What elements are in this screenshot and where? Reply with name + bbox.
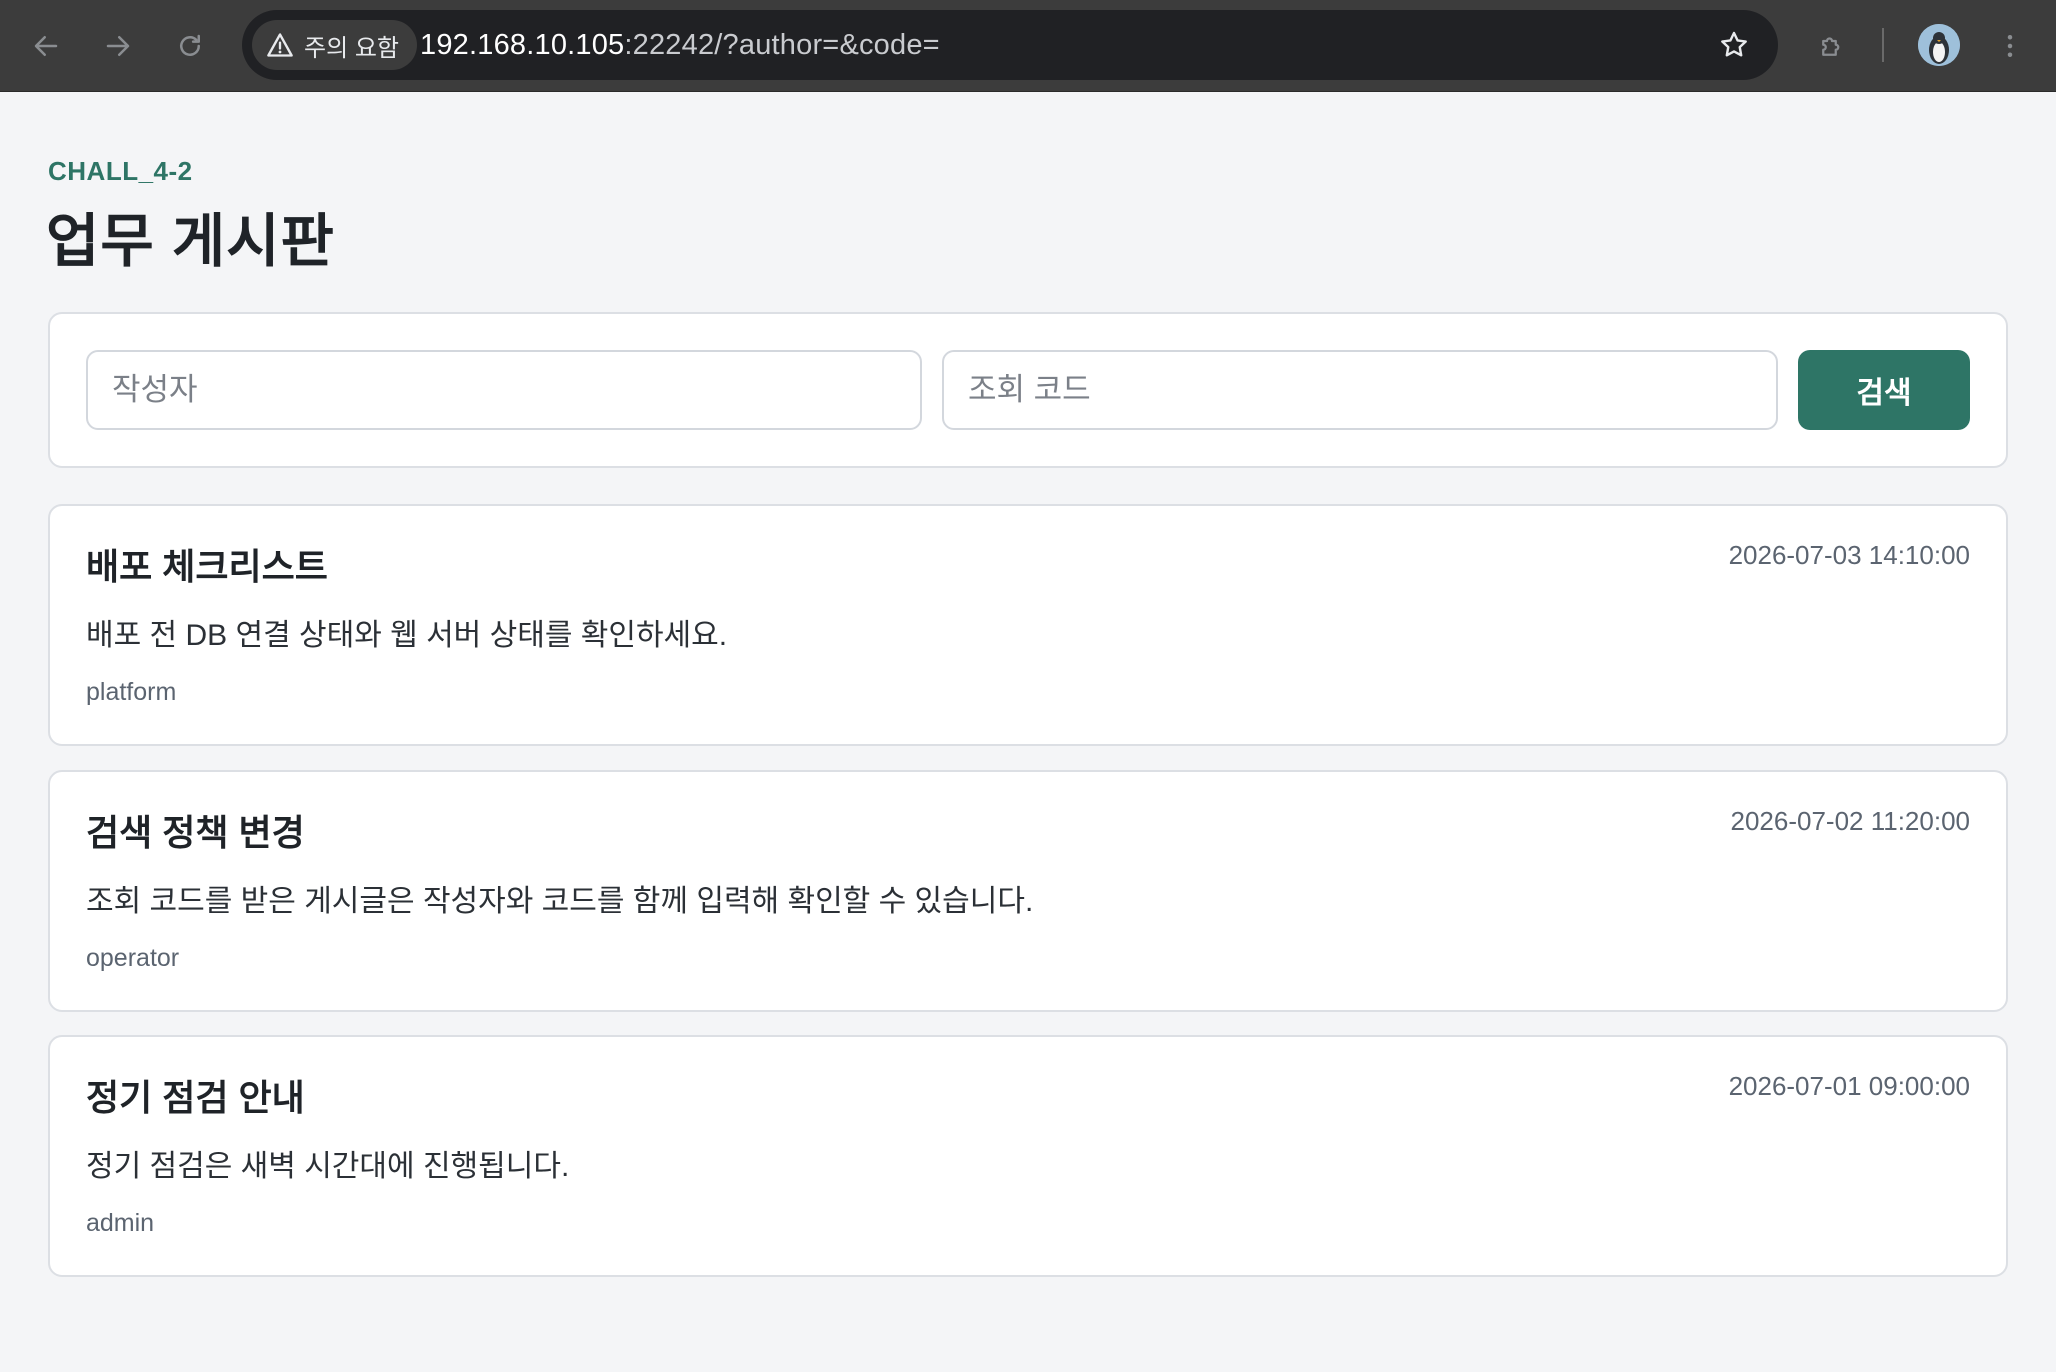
address-bar[interactable]: 주의 요함 192.168.10.105:22242/?author=&code… xyxy=(242,10,1778,80)
post-date: 2026-07-02 11:20:00 xyxy=(1730,806,1971,836)
star-icon xyxy=(1721,31,1747,57)
extensions-button[interactable] xyxy=(1808,22,1856,70)
code-input[interactable] xyxy=(942,350,1778,430)
post-date: 2026-07-01 09:00:00 xyxy=(1728,1071,1970,1101)
reload-icon xyxy=(180,34,200,56)
post-body: 배포 전 DB 연결 상태와 웹 서버 상태를 확인하세요. xyxy=(86,619,728,652)
toolbar-divider xyxy=(1882,28,1884,62)
post-title: 검색 정책 변경 xyxy=(86,812,305,853)
profile-avatar[interactable] xyxy=(1918,24,1960,66)
menu-button[interactable] xyxy=(1986,22,2034,70)
browser-toolbar: 주의 요함 192.168.10.105:22242/?author=&code… xyxy=(0,0,2056,92)
warning-icon xyxy=(267,33,293,57)
post-card: 배포 체크리스트 2026-07-03 14:10:00 배포 전 DB 연결 … xyxy=(48,504,2008,746)
post-card: 검색 정책 변경 2026-07-02 11:20:00 조회 코드를 받은 게… xyxy=(48,770,2008,1012)
url-text: 192.168.10.105:22242/?author=&code= xyxy=(420,10,940,80)
challenge-label: CHALL_4-2 xyxy=(48,156,193,186)
post-body: 조회 코드를 받은 게시글은 작성자와 코드를 함께 입력해 확인할 수 있습니… xyxy=(86,885,1034,918)
security-indicator[interactable]: 주의 요함 xyxy=(252,20,417,70)
author-input[interactable] xyxy=(86,350,922,430)
security-label: 주의 요함 xyxy=(304,34,399,62)
puzzle-icon xyxy=(1822,37,1840,56)
penguin-avatar-icon xyxy=(1918,24,1960,66)
post-author: platform xyxy=(86,678,177,706)
post-title: 정기 점검 안내 xyxy=(86,1077,305,1118)
post-date: 2026-07-03 14:10:00 xyxy=(1728,540,1970,570)
page-title: 업무 게시판 xyxy=(46,209,335,274)
bookmark-button[interactable] xyxy=(1710,21,1758,69)
arrow-left-icon xyxy=(34,36,58,56)
page-content: CHALL_4-2 업무 게시판 검색 배포 체크리스트 2026-07-03 … xyxy=(0,92,2056,1372)
reload-button[interactable] xyxy=(166,22,214,70)
post-author: operator xyxy=(86,944,180,972)
search-button[interactable]: 검색 xyxy=(1798,350,1970,430)
more-vert-icon xyxy=(2007,35,2013,57)
forward-button[interactable] xyxy=(94,22,142,70)
post-author: admin xyxy=(86,1209,155,1237)
back-button[interactable] xyxy=(22,22,70,70)
post-body: 정기 점검은 새벽 시간대에 진행됩니다. xyxy=(86,1150,570,1183)
url-host: 192.168.10.105 xyxy=(420,29,625,61)
search-form: 검색 xyxy=(48,312,2008,468)
post-card: 정기 점검 안내 2026-07-01 09:00:00 정기 점검은 새벽 시… xyxy=(48,1035,2008,1277)
post-title: 배포 체크리스트 xyxy=(86,546,328,587)
url-path: :22242/?author=&code= xyxy=(624,29,940,61)
arrow-right-icon xyxy=(106,36,130,56)
